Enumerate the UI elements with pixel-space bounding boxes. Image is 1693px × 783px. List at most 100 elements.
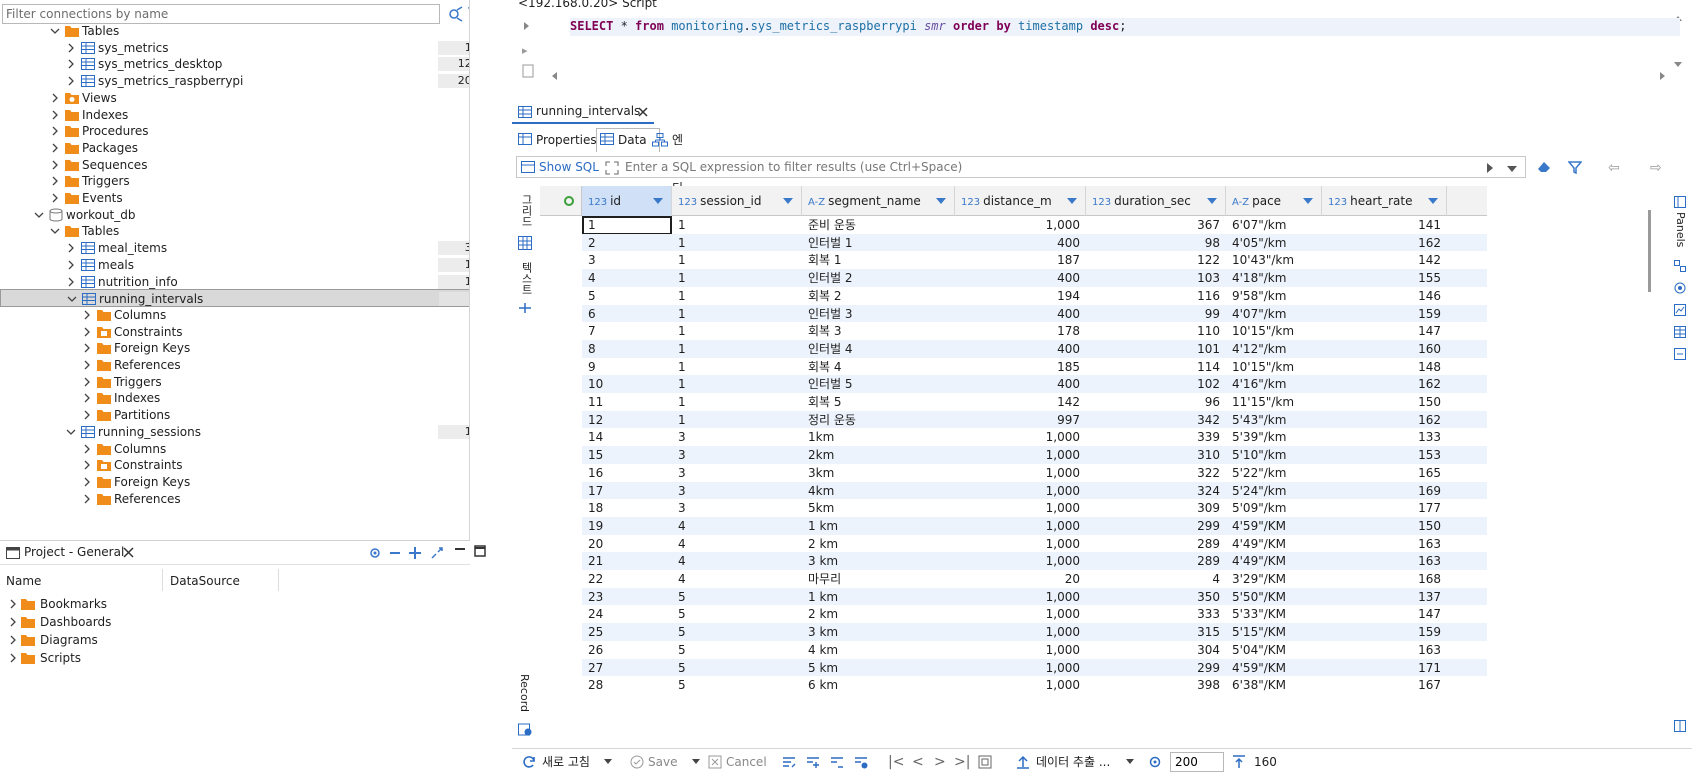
grid-cell-heart-rate[interactable]: 155 — [1322, 269, 1447, 288]
grid-cell-heart-rate[interactable]: 162 — [1322, 375, 1447, 394]
grid-cell-session-id[interactable]: 3 — [672, 446, 802, 465]
table-row[interactable]: 10101인터벌 54001024'16"/km162 — [582, 375, 1487, 395]
grid-cell-segment-name[interactable]: 4 km — [802, 641, 955, 660]
grid-cell-heart-rate[interactable]: 159 — [1322, 623, 1447, 642]
tree-item[interactable]: Foreign Keys — [0, 473, 469, 491]
chevron-right-icon[interactable] — [8, 617, 18, 627]
grid-cell-heart-rate[interactable]: 168 — [1322, 570, 1447, 589]
sort-icon[interactable] — [783, 198, 793, 204]
tree-item[interactable]: Procedures — [0, 122, 469, 140]
chevron-down-icon[interactable] — [67, 294, 77, 304]
project-item[interactable]: Bookmarks — [0, 595, 470, 613]
grid-cell-segment-name[interactable]: 4km — [802, 482, 955, 501]
grid-cell-session-id[interactable]: 1 — [672, 234, 802, 253]
grid-cell-pace[interactable]: 5'22"/km — [1226, 464, 1322, 483]
table-row[interactable]: 161734km1,0003245'24"/km169 — [582, 481, 1487, 501]
grid-cell-session-id[interactable]: 5 — [672, 605, 802, 624]
link-editor-icon[interactable] — [430, 546, 444, 560]
chevron-right-icon[interactable] — [82, 327, 92, 337]
text-view-label[interactable]: 텍스트 — [518, 262, 534, 295]
panel-toggle-icon[interactable] — [518, 302, 532, 314]
grid-cell-id[interactable]: 4 — [582, 269, 672, 288]
grid-cell-pace[interactable]: 5'39"/km — [1226, 428, 1322, 447]
table-row[interactable]: 151633km1,0003225'22"/km165 — [582, 463, 1487, 483]
fetch-all-icon[interactable] — [978, 755, 992, 769]
chevron-right-icon[interactable] — [82, 444, 92, 454]
grid-cell-session-id[interactable]: 1 — [672, 216, 802, 235]
tree-item[interactable]: sys_metrics_raspberrypi 208K — [0, 72, 469, 90]
grid-cell-duration-sec[interactable]: 324 — [1086, 482, 1226, 501]
chevron-right-icon[interactable] — [8, 635, 18, 645]
grid-cell-id[interactable]: 12 — [582, 411, 672, 430]
panels-icon[interactable] — [1674, 196, 1686, 208]
filter-expression-input[interactable]: Enter a SQL expression to filter results… — [625, 160, 962, 174]
execute-gutter-icon[interactable] — [524, 22, 529, 30]
tab-properties[interactable]: Properties — [536, 128, 597, 152]
grid-cell-duration-sec[interactable]: 101 — [1086, 340, 1226, 359]
grid-cell-pace[interactable]: 6'38"/KM — [1226, 676, 1322, 695]
grid-cell-heart-rate[interactable]: 159 — [1322, 305, 1447, 324]
grid-cell-duration-sec[interactable]: 299 — [1086, 659, 1226, 678]
table-row[interactable]: 131431km1,0003395'39"/km133 — [582, 428, 1487, 448]
chevron-right-icon[interactable] — [8, 599, 18, 609]
refresh-icon[interactable] — [522, 755, 536, 769]
table-row[interactable]: 181941 km1,0002994'59"/KM150 — [582, 516, 1487, 536]
chevron-right-icon[interactable] — [82, 477, 92, 487]
project-tab-label[interactable]: Project - General — [24, 545, 124, 559]
tree-item[interactable]: Packages — [0, 139, 469, 157]
gear-icon[interactable] — [1148, 755, 1162, 769]
grid-cell-pace[interactable]: 5'50"/KM — [1226, 588, 1322, 607]
grid-cell-heart-rate[interactable]: 160 — [1322, 340, 1447, 359]
table-row[interactable]: 551회복 21941169'58"/km146 — [582, 286, 1487, 306]
grid-cell-distance-m[interactable]: 187 — [955, 251, 1086, 270]
tree-item[interactable]: Foreign Keys — [0, 339, 469, 357]
table-row[interactable]: 141532km1,0003105'10"/km153 — [582, 446, 1487, 466]
grid-cell-segment-name[interactable]: 마무리 — [802, 570, 955, 589]
apply-filter-icon[interactable] — [1487, 163, 1493, 173]
grid-cell-pace[interactable]: 5'43"/km — [1226, 411, 1322, 430]
grid-cell-session-id[interactable]: 3 — [672, 499, 802, 518]
grid-cell-heart-rate[interactable]: 163 — [1322, 641, 1447, 660]
grid-cell-pace[interactable]: 6'07"/km — [1226, 216, 1322, 235]
grid-cell-pace[interactable]: 11'15"/km — [1226, 393, 1322, 412]
grid-cell-distance-m[interactable]: 400 — [955, 375, 1086, 394]
grid-cell-heart-rate[interactable]: 171 — [1322, 659, 1447, 678]
last-page-icon[interactable]: >| — [954, 754, 970, 770]
grid-cell-session-id[interactable]: 1 — [672, 375, 802, 394]
grid-cell-heart-rate[interactable]: 163 — [1322, 552, 1447, 571]
grid-cell-segment-name[interactable]: 3km — [802, 464, 955, 483]
grid-cell-segment-name[interactable]: 인터벌 5 — [802, 375, 955, 394]
grid-cell-distance-m[interactable]: 1,000 — [955, 659, 1086, 678]
sort-icon[interactable] — [653, 198, 663, 204]
column-header-distance-m[interactable]: 123 distance_m — [955, 186, 1086, 216]
grid-cell-session-id[interactable]: 5 — [672, 659, 802, 678]
table-row[interactable]: 242553 km1,0003155'15"/KM159 — [582, 623, 1487, 643]
grid-cell-duration-sec[interactable]: 96 — [1086, 393, 1226, 412]
grid-cell-distance-m[interactable]: 1,000 — [955, 552, 1086, 571]
grid-cell-distance-m[interactable]: 1,000 — [955, 499, 1086, 518]
table-row[interactable]: 262755 km1,0002994'59"/KM171 — [582, 658, 1487, 678]
grid-vertical-scrollbar[interactable] — [1648, 210, 1651, 292]
tree-item[interactable]: Views — [0, 89, 469, 107]
project-item[interactable]: Diagrams — [0, 631, 470, 649]
chevron-right-icon[interactable] — [82, 360, 92, 370]
grid-cell-id[interactable]: 3 — [582, 251, 672, 270]
grid-cell-heart-rate[interactable]: 148 — [1322, 358, 1447, 377]
grid-cell-heart-rate[interactable]: 146 — [1322, 287, 1447, 306]
tree-item[interactable]: Triggers — [0, 373, 469, 391]
collapse-icon[interactable] — [388, 546, 402, 560]
chart-panel-icon[interactable] — [1674, 304, 1686, 316]
table-row[interactable]: 771회복 317811010'15"/km147 — [582, 322, 1487, 342]
grid-cell-pace[interactable]: 4'49"/KM — [1226, 552, 1322, 571]
grid-cell-duration-sec[interactable]: 110 — [1086, 322, 1226, 341]
grid-cell-id[interactable]: 26 — [582, 641, 672, 660]
table-row[interactable]: 11111회복 51429611'15"/km150 — [582, 393, 1487, 412]
grid-cell-session-id[interactable]: 3 — [672, 464, 802, 483]
grid-cell-session-id[interactable]: 1 — [672, 393, 802, 412]
grid-cell-duration-sec[interactable]: 342 — [1086, 411, 1226, 430]
grid-cell-pace[interactable]: 5'09"/km — [1226, 499, 1322, 518]
grid-cell-distance-m[interactable]: 1,000 — [955, 623, 1086, 642]
grid-cell-distance-m[interactable]: 1,000 — [955, 464, 1086, 483]
grid-cell-pace[interactable]: 4'05"/km — [1226, 234, 1322, 253]
scroll-right-icon[interactable] — [1660, 72, 1665, 80]
